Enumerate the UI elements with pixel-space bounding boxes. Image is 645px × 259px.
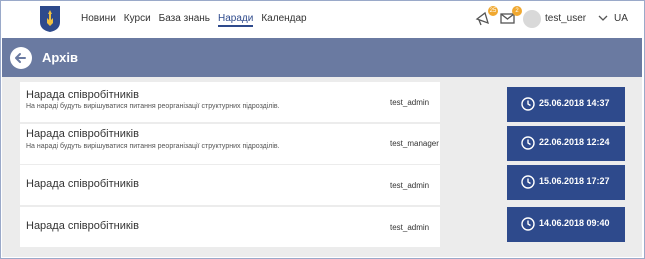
username[interactable]: test_user (545, 13, 586, 24)
meeting-description: На нараді будуть вирішуватися питання ре… (26, 103, 280, 110)
meeting-date-button[interactable]: 22.06.2018 12:24 (507, 126, 625, 161)
meeting-date-button[interactable]: 14.06.2018 09:40 (507, 207, 625, 242)
nav-calendar[interactable]: Календар (261, 13, 306, 27)
meeting-title: Нарада співробітників (26, 178, 139, 190)
meeting-date: 14.06.2018 09:40 (539, 218, 610, 228)
clock-icon (521, 175, 535, 189)
meeting-date: 22.06.2018 12:24 (539, 137, 610, 147)
clock-icon (521, 217, 535, 231)
nav-meetings[interactable]: Наради (218, 13, 254, 27)
meeting-description: На нараді будуть вирішуватися питання ре… (26, 143, 280, 150)
meeting-title: Нарада співробітників (26, 89, 139, 101)
back-button[interactable] (10, 47, 32, 69)
page-title: Архів (42, 50, 78, 65)
meeting-title: Нарада співробітників (26, 220, 139, 232)
list-item[interactable]: Нарада співробітників test_admin (20, 165, 440, 205)
meeting-title: Нарада співробітників (26, 128, 139, 140)
list-item[interactable]: Нарада співробітників На нараді будуть в… (20, 82, 440, 122)
nav-knowledge-base[interactable]: База знань (159, 13, 210, 27)
avatar[interactable] (523, 10, 541, 28)
language-selector[interactable]: UA (614, 13, 628, 24)
nav-courses[interactable]: Курси (124, 13, 151, 27)
meeting-date-button[interactable]: 15.06.2018 17:27 (507, 165, 625, 200)
main-menu: Новини Курси База знань Наради Календар (81, 13, 307, 27)
chevron-down-icon[interactable] (597, 12, 609, 24)
notifications-button[interactable]: 25 (475, 6, 498, 27)
meeting-author: test_admin (390, 98, 430, 107)
nav-news[interactable]: Новини (81, 13, 116, 27)
notifications-badge: 25 (488, 6, 498, 16)
clock-icon (521, 136, 535, 150)
messages-badge: 2 (512, 6, 522, 16)
list-item[interactable]: Нарада співробітників test_admin (20, 207, 440, 247)
meeting-author: test_admin (390, 223, 430, 232)
clock-icon (521, 97, 535, 111)
meeting-date-button[interactable]: 25.06.2018 14:37 (507, 87, 625, 122)
kyiv-coat-of-arms-logo[interactable] (39, 5, 61, 33)
meeting-date: 15.06.2018 17:27 (539, 176, 610, 186)
arrow-left-icon (15, 53, 26, 63)
page-header: Архів (2, 38, 642, 77)
meeting-date: 25.06.2018 14:37 (539, 98, 610, 108)
messages-button[interactable]: 2 (499, 6, 522, 27)
meeting-author: test_admin (390, 181, 430, 190)
meeting-author: test_manager (390, 139, 439, 148)
list-item[interactable]: Нарада співробітників На нараді будуть в… (20, 124, 440, 164)
archive-list: Нарада співробітників На нараді будуть в… (2, 77, 642, 257)
top-navigation-bar: Новини Курси База знань Наради Календар … (1, 1, 644, 38)
